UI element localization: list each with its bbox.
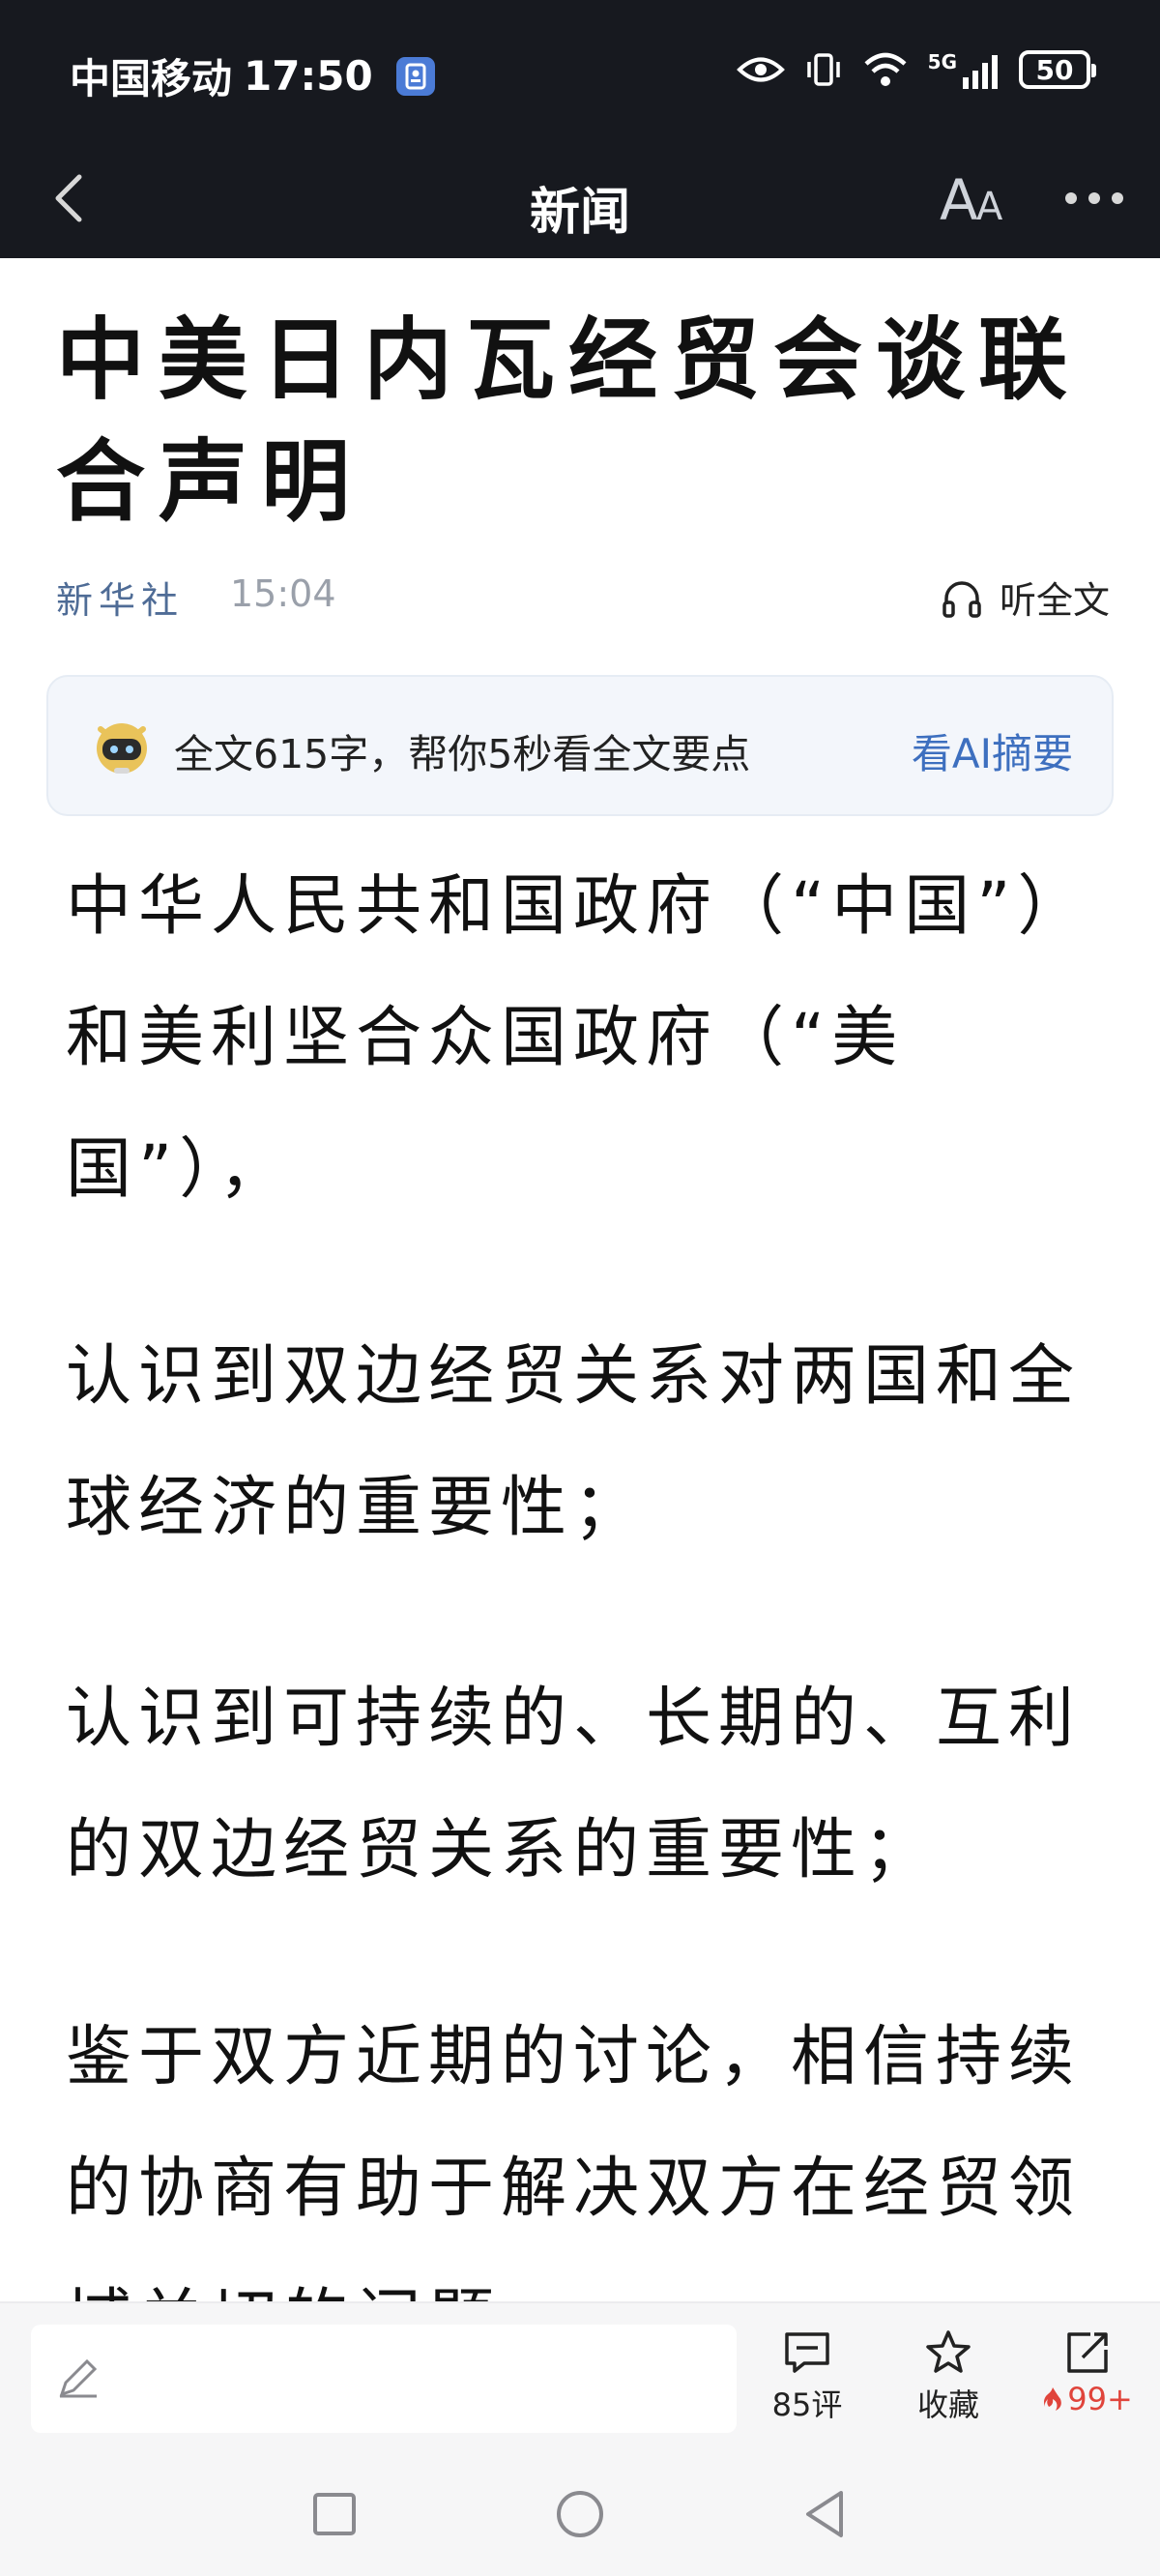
favorite-label: 收藏 xyxy=(916,2386,979,2423)
listen-button[interactable]: 听全文 xyxy=(940,571,1110,624)
share-count-badge: 99+ xyxy=(1042,2381,1133,2417)
battery-indicator: 50 xyxy=(1019,50,1096,89)
system-back-icon[interactable] xyxy=(797,2485,855,2543)
status-time: 17:50 xyxy=(244,52,373,100)
comment-icon xyxy=(785,2332,829,2373)
carrier-name: 中国移动 xyxy=(70,55,233,102)
font-size-icon[interactable]: A A xyxy=(940,163,1013,231)
recents-icon[interactable] xyxy=(305,2485,363,2543)
comment-button[interactable]: 85评 xyxy=(754,2328,860,2425)
favorite-button[interactable]: 收藏 xyxy=(895,2328,1001,2425)
nav-bar: 新闻 A A xyxy=(0,140,1160,258)
network-type: 5G xyxy=(928,50,1000,89)
article-title: 中美日内瓦经贸会谈联合声明 xyxy=(56,308,1082,534)
signal-icon xyxy=(963,55,998,89)
share-icon xyxy=(1067,2332,1108,2373)
article-meta: 新华社 15:04 听全文 xyxy=(56,571,1110,625)
share-button[interactable]: 99+ xyxy=(1034,2328,1141,2417)
bottom-toolbar: 85评 收藏 99+ xyxy=(0,2301,1160,2454)
article-paragraph: 认识到可持续的、长期的、互利的双边经贸关系的重要性； xyxy=(66,1681,1082,1888)
svg-text:A: A xyxy=(940,167,978,231)
wifi-icon xyxy=(864,52,907,86)
vibrate-icon xyxy=(806,53,840,86)
ai-summary-link[interactable]: 看AI摘要 xyxy=(912,721,1073,780)
comment-input[interactable] xyxy=(31,2325,737,2433)
ai-robot-icon xyxy=(97,723,147,774)
article-time: 15:04 xyxy=(230,572,336,615)
status-left: 中国移动 17:50 xyxy=(70,46,435,105)
more-icon[interactable] xyxy=(1059,169,1129,227)
headphones-icon xyxy=(942,580,981,618)
article-source[interactable]: 新华社 xyxy=(56,571,184,624)
comment-count: 85评 xyxy=(771,2386,843,2423)
article-paragraph: 认识到双边经贸关系对两国和全球经济的重要性； xyxy=(66,1338,1082,1546)
ai-summary-text: 全文615字，帮你5秒看全文要点 xyxy=(174,731,751,777)
status-right: 5G 50 xyxy=(736,46,1096,93)
article-paragraph: 中华人民共和国政府（“中国”）和美利坚合众国政府（“美国”）， xyxy=(66,868,1090,1208)
fire-icon xyxy=(1044,2387,1062,2411)
star-icon xyxy=(926,2330,971,2373)
eye-icon xyxy=(736,57,785,82)
system-nav-bar xyxy=(0,2452,1160,2576)
pencil-icon xyxy=(59,2358,98,2398)
share-count: 99+ xyxy=(1067,2381,1133,2417)
home-icon[interactable] xyxy=(551,2485,609,2543)
listen-label: 听全文 xyxy=(999,579,1110,622)
svg-text:A: A xyxy=(976,185,1003,229)
status-bar: 中国移动 17:50 5G 50 xyxy=(0,0,1160,140)
app-notification-icon xyxy=(395,56,435,96)
ai-summary-card[interactable]: 全文615字，帮你5秒看全文要点 看AI摘要 xyxy=(46,675,1114,816)
